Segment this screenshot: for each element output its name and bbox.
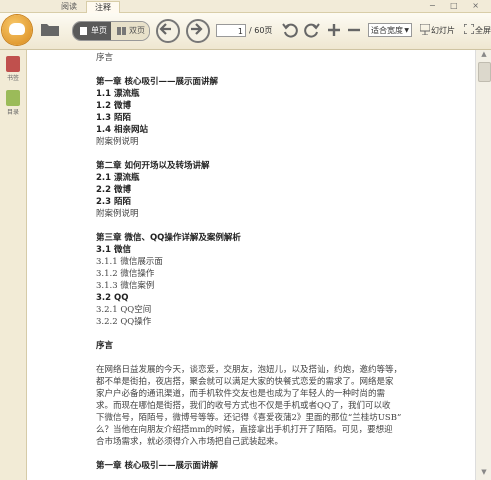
rotate-right-icon[interactable] <box>304 22 320 38</box>
next-page-button[interactable] <box>186 19 210 43</box>
sidebar-toc-label: 目录 <box>6 109 19 116</box>
toc-item: 2.1 漂流瓶 <box>96 173 140 183</box>
paragraph-line: 在网络日益发展的今天，谈恋爱，交朋友，泡妞儿，以及搭讪，约炮，邀约等等， <box>96 365 403 375</box>
main-toolbar: 单页 双页 1 / 60页 适合宽度 ▼ 幻灯片 全屏 <box>0 13 491 50</box>
toc-item: 1.1 漂流瓶 <box>96 89 140 99</box>
paragraph-line: 家户户必备的通讯渠道，而手机软件交友也是也成为了年轻人的一种时尚的需 <box>96 389 386 399</box>
toc-item: 1.3 陌陌 <box>96 113 132 123</box>
fullscreen-icon[interactable] <box>464 24 474 34</box>
chevron-down-icon: ▼ <box>404 27 409 34</box>
paragraph-line: 求。而现在哪怕是街搭，我们的收号方式也不仅是手机或者QQ了，我们可以收 <box>96 401 391 411</box>
arrow-left-icon <box>159 23 171 35</box>
toc-item: 3.1.1 微信展示面 <box>96 257 163 267</box>
double-page-label: 双页 <box>129 26 145 35</box>
sidebar-toc[interactable]: 目录 <box>3 90 23 116</box>
toc-item: 3.2 QQ <box>96 293 129 303</box>
toc-item: 3.1.3 微信案例 <box>96 281 155 291</box>
toc-item: 1.2 微博 <box>96 101 132 111</box>
sidebar: 书签 目录 <box>0 50 27 480</box>
chapter-1-title-repeat: 第一章 核心吸引——展示面讲解 <box>96 461 218 471</box>
page-total: / 60页 <box>249 26 273 35</box>
tab-read[interactable]: 阅读 <box>52 1 86 12</box>
slideshow-icon[interactable] <box>420 24 430 35</box>
scrollbar-thumb[interactable] <box>478 62 491 82</box>
preface-heading: 序言 <box>96 341 114 351</box>
prev-page-button[interactable] <box>156 19 180 43</box>
toc-item: 1.4 相亲网站 <box>96 125 149 135</box>
zoom-select[interactable]: 适合宽度 ▼ <box>368 23 412 37</box>
window-controls[interactable]: − □ × <box>429 1 485 10</box>
chapter-1-title: 第一章 核心吸引——展示面讲解 <box>96 77 218 87</box>
paragraph-line: 合市场需求，就必须得介入市场把自己武装起来。 <box>96 437 284 447</box>
vertical-scrollbar[interactable]: ▲ ▼ <box>475 50 491 480</box>
preface-label: 序言 <box>96 53 114 63</box>
tab-note[interactable]: 注释 <box>86 1 120 13</box>
toc-item: 3.1 微信 <box>96 245 132 255</box>
fullscreen-button[interactable]: 全屏 <box>475 25 491 36</box>
slideshow-button[interactable]: 幻灯片 <box>431 25 455 36</box>
paragraph-line: 都不单是街拍，夜店搭，聚会就可以满足大家的快餐式恋爱的需求了。网络是家 <box>96 377 394 387</box>
chapter-2-title: 第二章 如何开场以及转场讲解 <box>96 161 210 171</box>
document-page: 序言 第一章 核心吸引——展示面讲解 1.1 漂流瓶 1.2 微博 1.3 陌陌… <box>27 50 475 480</box>
page-number-input[interactable]: 1 <box>216 24 246 37</box>
top-tab-bar: 阅读 注释 − □ × <box>0 0 491 13</box>
single-page-icon <box>80 27 87 35</box>
scroll-up-icon[interactable]: ▲ <box>476 50 491 62</box>
page-mode-toggle: 单页 双页 <box>72 21 150 41</box>
zoom-select-value: 适合宽度 <box>371 26 403 35</box>
scroll-down-icon[interactable]: ▼ <box>476 468 491 480</box>
zoom-in-icon[interactable] <box>326 22 342 38</box>
zoom-out-icon[interactable] <box>346 22 362 38</box>
open-folder-icon[interactable] <box>40 21 60 37</box>
toc-item: 2.3 陌陌 <box>96 197 132 207</box>
arrow-right-icon <box>191 23 203 35</box>
double-page-icon <box>117 27 126 35</box>
sidebar-bookmarks-label: 书签 <box>6 75 19 82</box>
toc-icon <box>6 90 20 106</box>
appendix-label: 附案例说明 <box>96 137 139 147</box>
rotate-left-icon[interactable] <box>282 22 298 38</box>
toc-item: 3.1.2 微信操作 <box>96 269 155 279</box>
sidebar-bookmarks[interactable]: 书签 <box>3 56 23 82</box>
paragraph-line: 么？当他在向朋友介绍搭mm的时候，直接拿出手机打开了陌陌。可见，要想迎 <box>96 425 393 435</box>
single-page-button[interactable]: 单页 <box>73 22 111 40</box>
chapter-3-title: 第三章 微信、QQ操作详解及案例解析 <box>96 233 241 243</box>
double-page-button[interactable]: 双页 <box>111 22 149 40</box>
toc-item: 3.2.1 QQ空间 <box>96 305 152 315</box>
app-logo-icon[interactable] <box>2 15 32 45</box>
single-page-label: 单页 <box>91 26 107 35</box>
appendix-label: 附案例说明 <box>96 209 139 219</box>
document-content: 序言 第一章 核心吸引——展示面讲解 1.1 漂流瓶 1.2 微博 1.3 陌陌… <box>96 52 468 472</box>
paragraph-line: 下微信号，陌陌号，微博号等等。还记得《喜爱夜蒲2》里面的那位“兰桂坊USB” <box>96 413 402 423</box>
toc-item: 2.2 微博 <box>96 185 132 195</box>
bookmark-icon <box>6 56 20 72</box>
toc-item: 3.2.2 QQ操作 <box>96 317 152 327</box>
